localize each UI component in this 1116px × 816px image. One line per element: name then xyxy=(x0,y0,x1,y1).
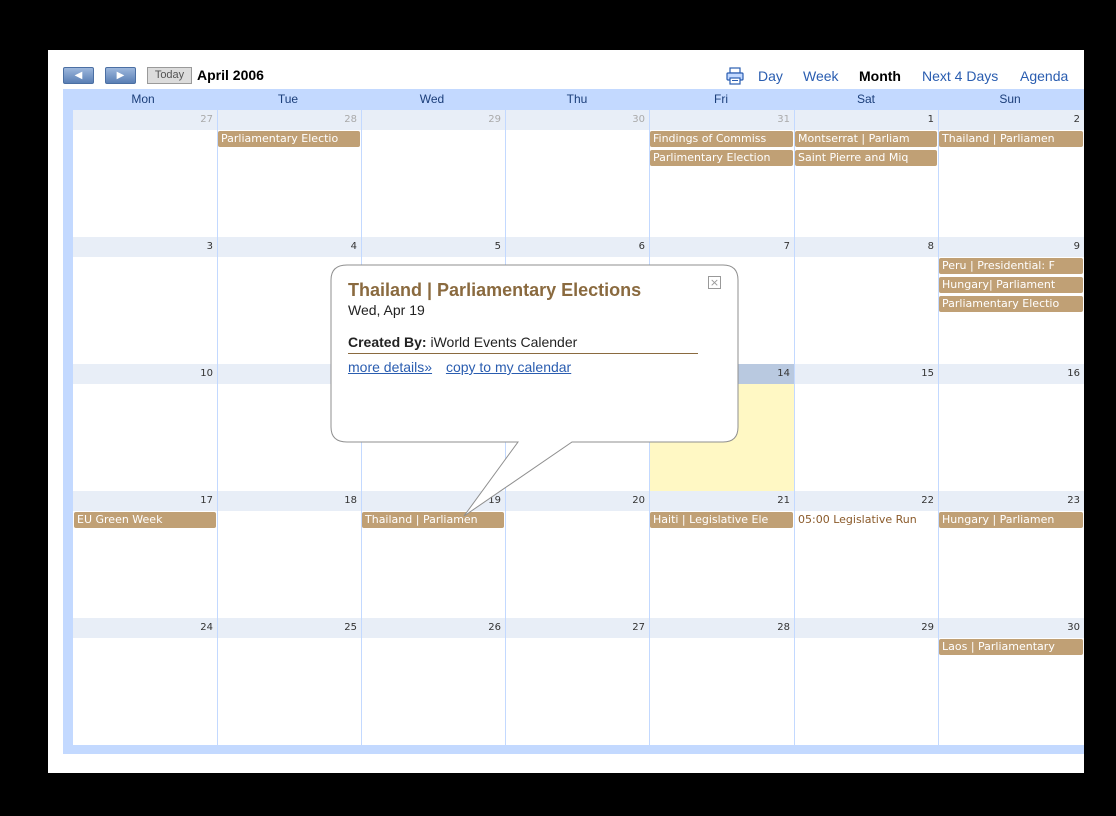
day-number[interactable]: 30 xyxy=(505,110,649,130)
day-number[interactable]: 21 xyxy=(649,491,794,511)
view-next-4-days[interactable]: Next 4 Days xyxy=(922,67,998,85)
day-number[interactable]: 19 xyxy=(361,491,505,511)
day-number[interactable]: 10 xyxy=(73,364,217,384)
day-number[interactable]: 27 xyxy=(73,110,217,130)
day-number[interactable]: 4 xyxy=(217,237,361,257)
week-row: 10 11 12 13 14 15 16 xyxy=(73,364,1084,491)
calendar-event[interactable]: Hungary| Parliament xyxy=(939,277,1083,293)
day-number[interactable]: 20 xyxy=(505,491,649,511)
calendar-event[interactable]: Haiti | Legislative Ele xyxy=(650,512,793,528)
weekday-label: Sat xyxy=(856,92,875,106)
view-month[interactable]: Month xyxy=(859,67,901,85)
calendar-event[interactable]: Thailand | Parliamen xyxy=(362,512,504,528)
calendar-event[interactable]: Parliamentary Electio xyxy=(939,296,1083,312)
calendar-event[interactable]: Montserrat | Parliam xyxy=(795,131,937,147)
created-by-label: Created By: xyxy=(348,334,427,350)
printer-icon[interactable] xyxy=(725,67,745,85)
day-number[interactable]: 31 xyxy=(649,110,794,130)
day-number[interactable]: 9 xyxy=(938,237,1084,257)
day-number[interactable]: 29 xyxy=(794,618,938,638)
day-number[interactable]: 24 xyxy=(73,618,217,638)
today-button[interactable]: Today xyxy=(147,67,192,84)
popup-date: Wed, Apr 19 xyxy=(348,302,425,318)
chevron-right-icon: ▶ xyxy=(116,70,125,81)
popup-created-by: Created By: iWorld Events Calender xyxy=(348,334,698,354)
calendar-event[interactable]: EU Green Week xyxy=(74,512,216,528)
week-row: 27 28 29 30 31 1 2 Parliamentary Electio Finding… xyxy=(73,110,1084,237)
day-number[interactable]: 2 xyxy=(938,110,1084,130)
day-number[interactable]: 1 xyxy=(794,110,938,130)
day-number[interactable]: 25 xyxy=(217,618,361,638)
day-number[interactable]: 22 xyxy=(794,491,938,511)
week-row: 17 18 19 20 21 22 23 EU Green Week Thailand | Pa… xyxy=(73,491,1084,618)
toolbar: ◀ ▶ Today April 2006 Day Week Month Next… xyxy=(63,64,1084,89)
calendar-event[interactable]: Findings of Commiss xyxy=(650,131,793,147)
calendar-event[interactable]: Parlimentary Election xyxy=(650,150,793,166)
day-number[interactable]: 30 xyxy=(938,618,1084,638)
weekday-label: Mon xyxy=(131,92,155,106)
calendar-event[interactable]: Peru | Presidential: F xyxy=(939,258,1083,274)
popup-title: Thailand | Parliamentary Elections xyxy=(348,280,642,300)
weekday-label: Sun xyxy=(999,92,1021,106)
calendar-event[interactable]: Hungary | Parliamen xyxy=(939,512,1083,528)
created-by-value: iWorld Events Calender xyxy=(430,334,578,350)
calendar-event[interactable]: Parliamentary Electio xyxy=(218,131,360,147)
more-details-link[interactable]: more details» xyxy=(348,359,432,375)
day-number[interactable]: 5 xyxy=(361,237,505,257)
day-number[interactable]: 23 xyxy=(938,491,1084,511)
weekday-label: Tue xyxy=(277,92,299,106)
view-day[interactable]: Day xyxy=(758,67,783,85)
close-icon[interactable]: × xyxy=(708,276,721,289)
day-number[interactable]: 6 xyxy=(505,237,649,257)
calendar-event[interactable]: Thailand | Parliamen xyxy=(939,131,1083,147)
weekday-label: Fri xyxy=(714,92,728,106)
day-number[interactable]: 8 xyxy=(794,237,938,257)
day-number[interactable]: 28 xyxy=(217,110,361,130)
calendar-event[interactable]: Saint Pierre and Miq xyxy=(795,150,937,166)
day-number[interactable]: 3 xyxy=(73,237,217,257)
day-number[interactable]: 28 xyxy=(649,618,794,638)
calendar: ◀ ▶ Today April 2006 Day Week Month Next… xyxy=(63,64,1084,754)
next-month-button[interactable]: ▶ xyxy=(105,67,136,84)
day-number[interactable]: 17 xyxy=(73,491,217,511)
day-number[interactable]: 16 xyxy=(938,364,1084,384)
week-row: 24 25 26 27 28 29 30 Laos | Parliamentary xyxy=(73,618,1084,745)
view-agenda[interactable]: Agenda xyxy=(1020,67,1068,85)
month-grid: 27 28 29 30 31 1 2 Parliamentary Electio Finding… xyxy=(63,110,1084,754)
calendar-event[interactable]: 05:00 Legislative Run xyxy=(795,512,937,528)
chevron-left-icon: ◀ xyxy=(74,70,83,81)
calendar-event[interactable]: Laos | Parliamentary xyxy=(939,639,1083,655)
weekday-label: Wed xyxy=(419,92,445,106)
day-number[interactable]: 7 xyxy=(649,237,794,257)
event-popup: Thailand | Parliamentary Elections Wed, … xyxy=(348,280,700,375)
day-number[interactable]: 18 xyxy=(217,491,361,511)
day-number[interactable]: 26 xyxy=(361,618,505,638)
weekday-header: Mon Tue Wed Thu Fri Sat Sun xyxy=(63,89,1084,110)
copy-to-calendar-link[interactable]: copy to my calendar xyxy=(446,359,571,375)
day-number[interactable]: 15 xyxy=(794,364,938,384)
popup-links: more details» copy to my calendar xyxy=(348,359,700,375)
prev-month-button[interactable]: ◀ xyxy=(63,67,94,84)
day-number[interactable]: 29 xyxy=(361,110,505,130)
day-number[interactable]: 27 xyxy=(505,618,649,638)
day-number[interactable]: 11 xyxy=(217,364,361,384)
view-week[interactable]: Week xyxy=(803,67,839,85)
month-title: April 2006 xyxy=(197,67,264,83)
weekday-label: Thu xyxy=(566,92,588,106)
